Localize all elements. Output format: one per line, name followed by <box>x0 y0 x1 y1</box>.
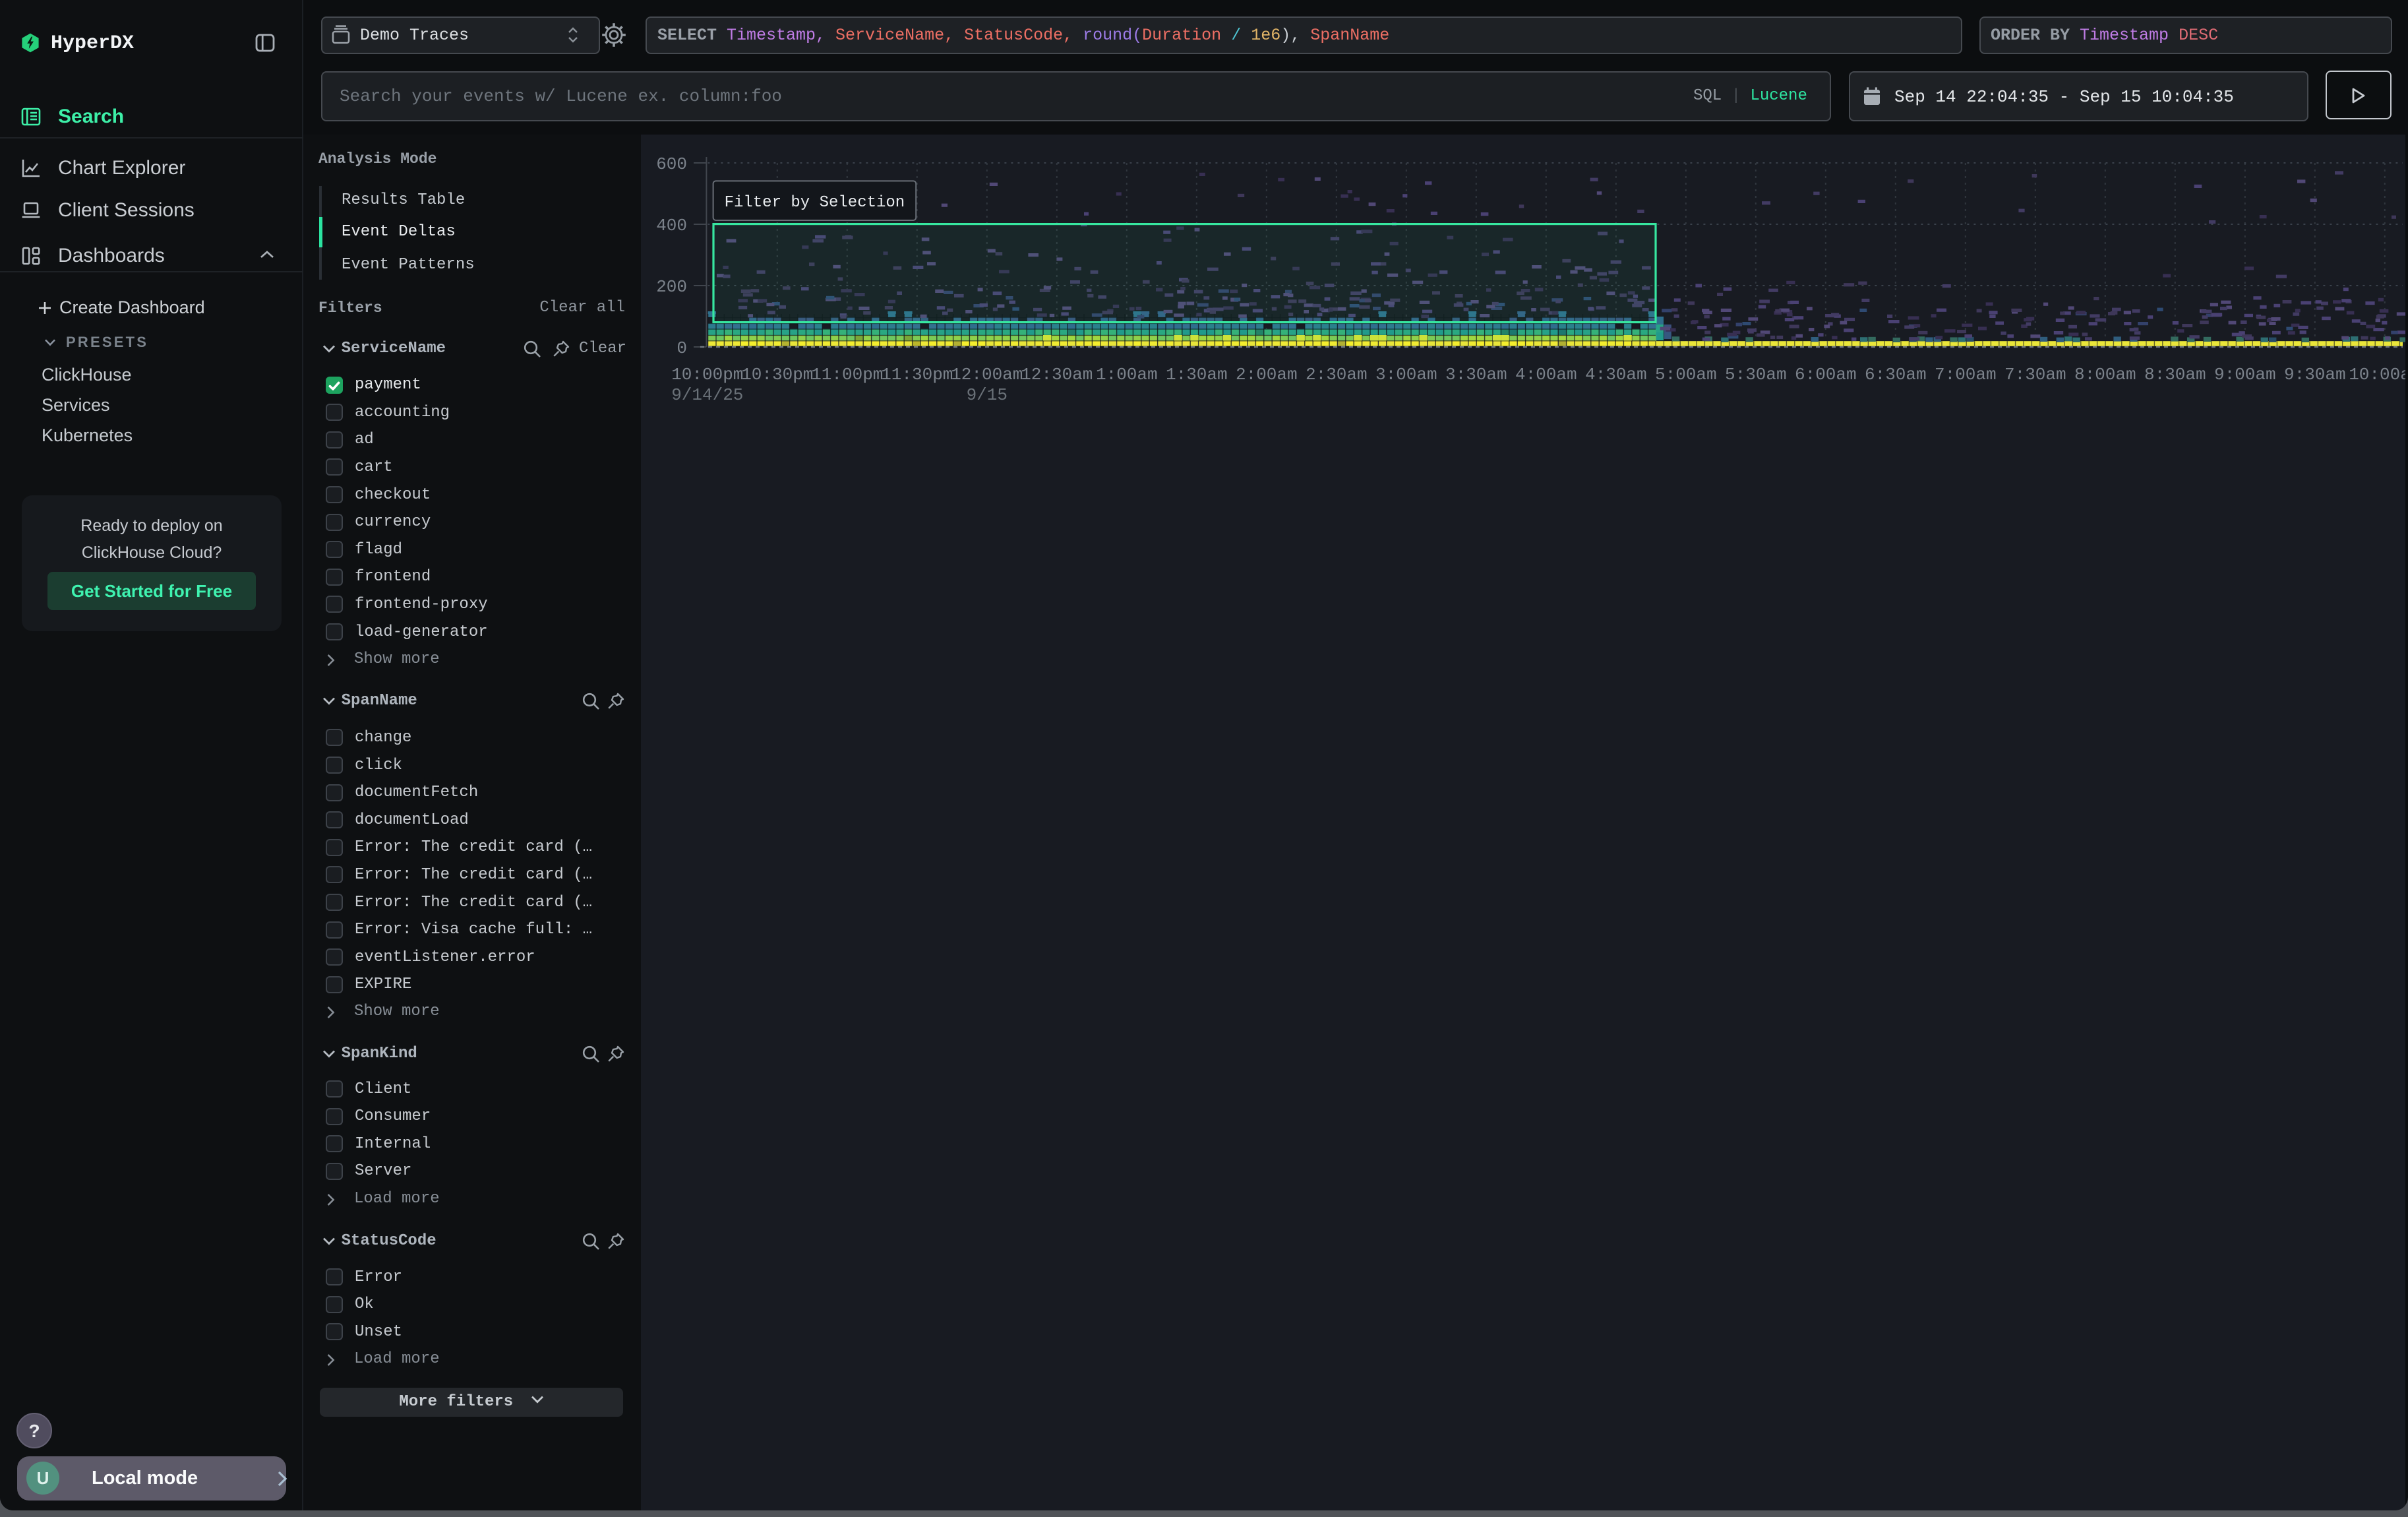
svg-text:7:00am: 7:00am <box>1935 365 1997 385</box>
svg-text:600: 600 <box>656 154 687 174</box>
svg-text:8:30am: 8:30am <box>2144 365 2206 385</box>
svg-text:8:00am: 8:00am <box>2074 365 2136 385</box>
svg-text:6:30am: 6:30am <box>1865 365 1927 385</box>
svg-text:6:00am: 6:00am <box>1795 365 1857 385</box>
svg-text:11:30pm: 11:30pm <box>881 365 953 385</box>
svg-text:200: 200 <box>656 277 687 297</box>
svg-text:Filter by Selection: Filter by Selection <box>725 194 905 212</box>
svg-text:3:00am: 3:00am <box>1375 365 1437 385</box>
svg-text:2:00am: 2:00am <box>1236 365 1298 385</box>
svg-text:10:30pm: 10:30pm <box>741 365 813 385</box>
svg-text:11:00pm: 11:00pm <box>811 365 883 385</box>
svg-text:1:30am: 1:30am <box>1166 365 1228 385</box>
svg-text:9/14/25: 9/14/25 <box>671 385 743 405</box>
svg-text:5:00am: 5:00am <box>1655 365 1717 385</box>
svg-text:7:30am: 7:30am <box>2004 365 2066 385</box>
svg-text:2:30am: 2:30am <box>1306 365 1368 385</box>
svg-text:1:00am: 1:00am <box>1096 365 1158 385</box>
svg-text:5:30am: 5:30am <box>1725 365 1787 385</box>
svg-text:4:00am: 4:00am <box>1515 365 1577 385</box>
svg-text:9:30am: 9:30am <box>2284 365 2346 385</box>
svg-text:9/15: 9/15 <box>967 385 1008 405</box>
svg-text:3:30am: 3:30am <box>1445 365 1507 385</box>
svg-text:400: 400 <box>656 216 687 235</box>
svg-text:9:00am: 9:00am <box>2214 365 2276 385</box>
svg-text:4:30am: 4:30am <box>1585 365 1647 385</box>
svg-text:10:00am: 10:00am <box>2349 365 2405 385</box>
svg-text:10:00pm: 10:00pm <box>671 365 743 385</box>
svg-text:0: 0 <box>677 338 687 358</box>
svg-text:12:30am: 12:30am <box>1021 365 1093 385</box>
svg-text:12:00am: 12:00am <box>951 365 1023 385</box>
